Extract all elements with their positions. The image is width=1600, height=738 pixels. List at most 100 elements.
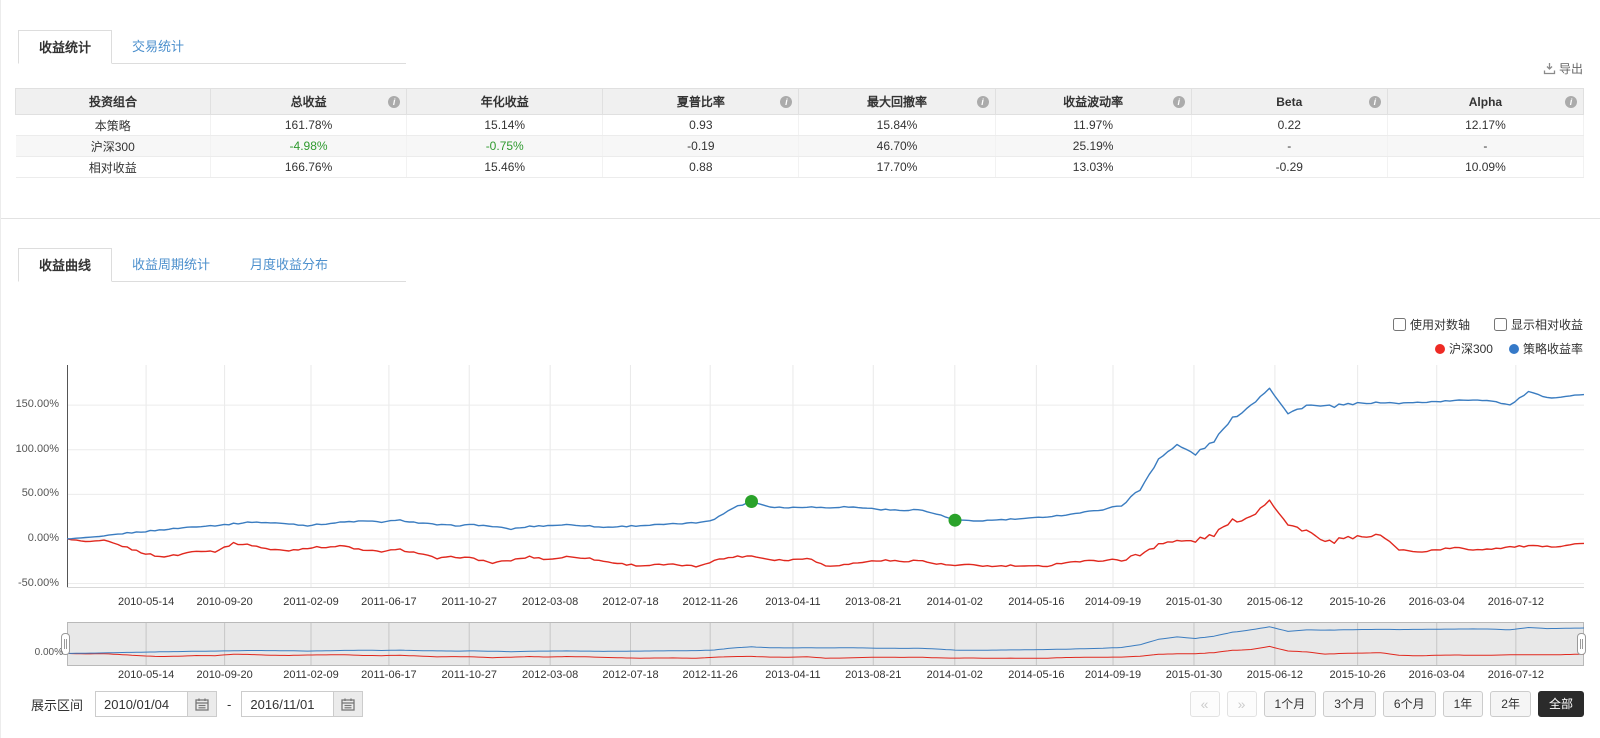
table-cell: 12.17%	[1387, 115, 1583, 136]
range-button-1年[interactable]: 1年	[1443, 691, 1484, 717]
section-divider	[1, 218, 1600, 219]
table-cell: -4.98%	[211, 136, 407, 157]
x-tick-label: 2012-07-18	[587, 669, 673, 681]
option-使用对数轴[interactable]: 使用对数轴	[1393, 316, 1470, 333]
x-tick-label: 2014-05-16	[993, 596, 1079, 608]
x-tick-label: 2014-01-02	[912, 669, 998, 681]
x-tick-label: 2015-06-12	[1232, 596, 1318, 608]
table-cell: 11.97%	[995, 115, 1191, 136]
info-icon[interactable]: i	[1565, 96, 1577, 108]
option-显示相对收益[interactable]: 显示相对收益	[1494, 316, 1583, 333]
pager-prev-button[interactable]: «	[1190, 691, 1220, 717]
info-icon[interactable]: i	[388, 96, 400, 108]
table-cell: 161.78%	[211, 115, 407, 136]
end-date-input[interactable]	[241, 691, 333, 717]
stats-tabbar: 收益统计交易统计	[18, 30, 406, 64]
table-cell: -0.29	[1191, 157, 1387, 178]
checkbox[interactable]	[1393, 318, 1406, 331]
x-tick-label: 2011-02-09	[268, 596, 354, 608]
info-icon[interactable]: i	[977, 96, 989, 108]
info-icon[interactable]: i	[1173, 96, 1185, 108]
table-cell: -	[1191, 136, 1387, 157]
x-tick-label: 2010-09-20	[182, 669, 268, 681]
date-range-label: 展示区间	[31, 695, 83, 714]
y-tick-label: 100.00%	[1, 443, 59, 455]
x-tick-label: 2011-06-17	[346, 596, 432, 608]
column-header: 总收益i	[211, 89, 407, 115]
table-row: 沪深300-4.98%-0.75%-0.1946.70%25.19%--	[16, 136, 1584, 157]
table-cell: 0.22	[1191, 115, 1387, 136]
column-header: 夏普比率i	[603, 89, 799, 115]
x-tick-label: 2016-07-12	[1473, 596, 1559, 608]
table-cell: -0.19	[603, 136, 799, 157]
legend-dot-icon	[1509, 344, 1519, 354]
series-line-沪深300[interactable]	[67, 500, 1584, 567]
tab-stats-交易统计[interactable]: 交易统计	[112, 30, 204, 64]
x-tick-label: 2014-05-16	[993, 669, 1079, 681]
export-label: 导出	[1559, 60, 1583, 77]
x-tick-label: 2015-10-26	[1315, 596, 1401, 608]
x-tick-label: 2010-09-20	[182, 596, 268, 608]
x-tick-label: 2012-11-26	[667, 596, 753, 608]
start-date-input[interactable]	[95, 691, 187, 717]
legend-dot-icon	[1435, 344, 1445, 354]
range-button-3个月[interactable]: 3个月	[1323, 691, 1376, 717]
checkbox[interactable]	[1494, 318, 1507, 331]
x-tick-label: 2015-01-30	[1151, 596, 1237, 608]
table-cell: 本策略	[16, 115, 211, 136]
range-buttons: « » 1个月3个月 6个月 1年2年全部	[1190, 691, 1584, 717]
range-button-6个月[interactable]: 6个月	[1383, 691, 1436, 717]
table-cell: 相对收益	[16, 157, 211, 178]
table-row: 相对收益166.76%15.46%0.8817.70%13.03%-0.2910…	[16, 157, 1584, 178]
tab-stats-收益统计[interactable]: 收益统计	[18, 30, 112, 64]
navigator-zero-label: 0.00%	[17, 647, 63, 658]
x-tick-label: 2013-08-21	[830, 596, 916, 608]
series-line-策略收益率[interactable]	[67, 388, 1584, 539]
end-date-calendar-button[interactable]	[333, 691, 363, 717]
export-icon	[1543, 62, 1556, 75]
table-cell: -0.75%	[407, 136, 603, 157]
navigator-mask[interactable]	[68, 623, 1584, 666]
range-button-1个月[interactable]: 1个月	[1264, 691, 1317, 717]
x-tick-label: 2014-09-19	[1070, 669, 1156, 681]
table-cell: 0.88	[603, 157, 799, 178]
trade-marker[interactable]	[745, 495, 758, 508]
date-range-bar: 展示区间 -	[1, 690, 1600, 718]
range-button-2年[interactable]: 2年	[1490, 691, 1531, 717]
column-header: 收益波动率i	[995, 89, 1191, 115]
info-icon[interactable]: i	[780, 96, 792, 108]
calendar-icon	[341, 698, 355, 711]
date-range-separator: -	[227, 697, 231, 712]
range-button-全部[interactable]: 全部	[1538, 691, 1584, 717]
pager-next-button[interactable]: »	[1227, 691, 1257, 717]
tab-chart-月度收益分布[interactable]: 月度收益分布	[230, 248, 348, 282]
table-cell: 10.09%	[1387, 157, 1583, 178]
checkbox-label: 显示相对收益	[1511, 316, 1583, 333]
navigator-right-handle[interactable]	[1577, 633, 1586, 655]
info-icon[interactable]: i	[1369, 96, 1381, 108]
x-tick-label: 2014-01-02	[912, 596, 998, 608]
x-tick-label: 2015-06-12	[1232, 669, 1318, 681]
table-cell: 15.46%	[407, 157, 603, 178]
legend-label: 沪深300	[1449, 340, 1493, 357]
legend-item-策略收益率[interactable]: 策略收益率	[1509, 340, 1583, 357]
start-date-calendar-button[interactable]	[187, 691, 217, 717]
checkbox-label: 使用对数轴	[1410, 316, 1470, 333]
x-tick-label: 2012-03-08	[507, 669, 593, 681]
returns-line-chart[interactable]	[67, 365, 1584, 588]
y-tick-label: 50.00%	[1, 487, 59, 499]
x-tick-label: 2013-04-11	[750, 596, 836, 608]
table-cell: 15.14%	[407, 115, 603, 136]
x-tick-label: 2011-02-09	[268, 669, 354, 681]
chart-options: 使用对数轴 显示相对收益	[1393, 316, 1583, 333]
range-navigator[interactable]	[67, 622, 1584, 666]
trade-marker[interactable]	[949, 514, 962, 527]
x-tick-label: 2010-05-14	[103, 669, 189, 681]
table-cell: 17.70%	[799, 157, 995, 178]
tab-chart-收益周期统计[interactable]: 收益周期统计	[112, 248, 230, 282]
table-cell: 25.19%	[995, 136, 1191, 157]
legend-item-沪深300[interactable]: 沪深300	[1435, 340, 1493, 357]
tab-chart-收益曲线[interactable]: 收益曲线	[18, 248, 112, 282]
y-tick-label: 150.00%	[1, 398, 59, 410]
export-button[interactable]: 导出	[1543, 60, 1583, 77]
